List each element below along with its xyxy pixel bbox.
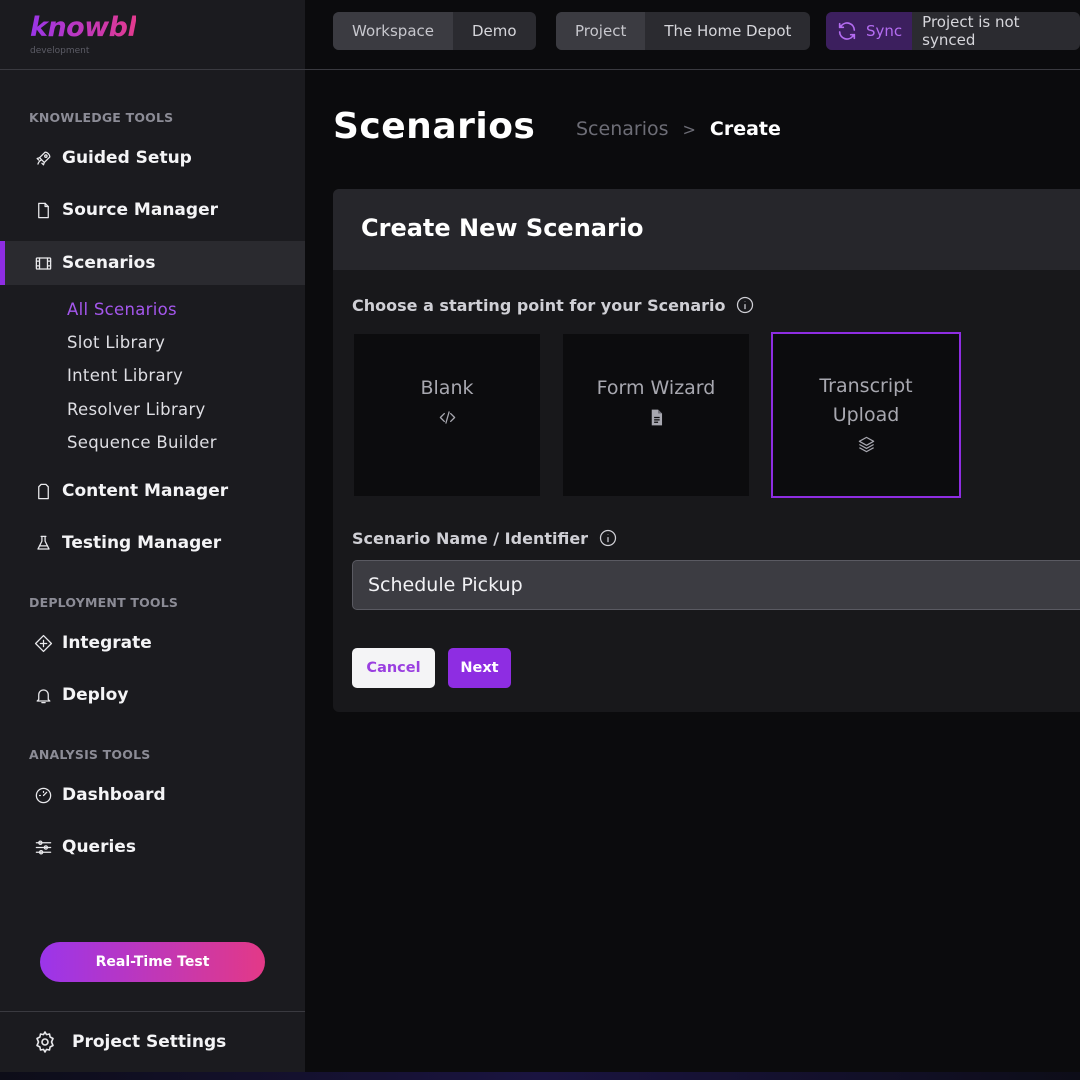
refresh-icon	[838, 22, 856, 40]
sidebar-item-dashboard[interactable]: Dashboard	[0, 773, 305, 817]
sync-status: Project is not synced	[922, 13, 1020, 49]
sidebar-item-testing-manager[interactable]: Testing Manager	[0, 521, 305, 565]
sidebar-item-project-settings[interactable]: Project Settings	[0, 1011, 305, 1072]
card-header: Create New Scenario	[333, 189, 1080, 270]
sidebar-item-label: Scenarios	[62, 253, 156, 273]
tile-form-wizard[interactable]: Form Wizard	[563, 334, 749, 496]
bottom-edge	[0, 1072, 1080, 1080]
scenario-name-text: Scenario Name / Identifier	[352, 528, 589, 548]
gauge-icon	[33, 785, 53, 805]
project-selector[interactable]: Project The Home Depot	[556, 12, 811, 50]
topbar-divider	[305, 69, 1080, 70]
card-title: Create New Scenario	[361, 214, 644, 242]
sidebar-item-label: Dashboard	[62, 785, 166, 805]
sidebar-subitem-intent-library[interactable]: Intent Library	[67, 366, 183, 385]
sliders-icon	[33, 837, 53, 857]
workspace-value[interactable]: Demo	[453, 12, 536, 50]
tile-label-line2: Upload	[832, 404, 900, 426]
file-icon	[33, 200, 53, 220]
breadcrumb: Scenarios > Create	[576, 118, 781, 140]
layers-icon	[856, 434, 876, 454]
tile-label: Blank	[420, 377, 474, 399]
knowledge-tools-heading: KNOWLEDGE TOOLS	[29, 110, 174, 125]
sidebar: knowbl development KNOWLEDGE TOOLS Guide…	[0, 0, 305, 1072]
starting-point-text: Choose a starting point for your Scenari…	[352, 295, 726, 315]
analysis-tools-heading: ANALYSIS TOOLS	[29, 747, 151, 762]
sync-button[interactable]: Sync	[826, 12, 913, 50]
sidebar-subitem-sequence-builder[interactable]: Sequence Builder	[67, 433, 217, 452]
sidebar-item-label: Source Manager	[62, 200, 218, 220]
sidebar-item-label: Deploy	[62, 685, 129, 705]
sidebar-subitem-resolver-library[interactable]: Resolver Library	[67, 400, 206, 419]
document-icon	[646, 407, 666, 427]
deployment-tools-heading: DEPLOYMENT TOOLS	[29, 595, 179, 610]
real-time-test-button[interactable]: Real-Time Test	[40, 942, 265, 982]
knowbl-logo[interactable]: knowbl	[30, 12, 137, 43]
sidebar-item-label: Content Manager	[62, 481, 229, 501]
next-button[interactable]: Next	[448, 648, 511, 688]
film-icon	[33, 253, 53, 273]
bell-icon	[33, 685, 53, 705]
sync-control: Sync Project is not synced	[826, 12, 1080, 50]
flask-icon	[33, 533, 53, 553]
info-icon[interactable]	[598, 528, 618, 548]
page-title: Scenarios	[333, 106, 536, 147]
project-value[interactable]: The Home Depot	[645, 12, 810, 50]
scenario-name-label: Scenario Name / Identifier	[352, 528, 618, 548]
breadcrumb-current: Create	[709, 118, 781, 140]
breadcrumb-scenarios[interactable]: Scenarios	[576, 118, 669, 140]
sidebar-item-label: Testing Manager	[62, 533, 222, 553]
chevron-right-icon: >	[682, 119, 696, 139]
sidebar-item-scenarios[interactable]: Scenarios	[0, 241, 305, 285]
sidebar-item-content-manager[interactable]: Content Manager	[0, 469, 305, 513]
sidebar-item-integrate[interactable]: Integrate	[0, 621, 305, 665]
sidebar-subitem-all-scenarios[interactable]: All Scenarios	[67, 300, 177, 319]
environment-label: development	[30, 46, 90, 56]
sidebar-item-label: Integrate	[62, 633, 152, 653]
scenario-name-input[interactable]	[352, 560, 1080, 610]
sidebar-item-label: Guided Setup	[62, 148, 192, 168]
gear-icon	[33, 1030, 57, 1054]
sidebar-item-label: Queries	[62, 837, 136, 857]
sidebar-item-source-manager[interactable]: Source Manager	[0, 188, 305, 232]
integrate-icon	[33, 633, 53, 653]
sidebar-subitem-slot-library[interactable]: Slot Library	[67, 333, 165, 352]
tile-blank[interactable]: Blank	[354, 334, 540, 496]
sidebar-item-label: Project Settings	[72, 1032, 227, 1052]
sync-label: Sync	[866, 22, 903, 40]
sidebar-item-queries[interactable]: Queries	[0, 825, 305, 869]
code-icon	[437, 407, 457, 427]
clipboard-icon	[33, 481, 53, 501]
sidebar-item-guided-setup[interactable]: Guided Setup	[0, 136, 305, 180]
brand-area: knowbl development	[0, 0, 305, 70]
tile-transcript-upload[interactable]: Transcript Upload	[771, 332, 961, 498]
cancel-button[interactable]: Cancel	[352, 648, 435, 688]
rocket-icon	[33, 148, 53, 168]
project-key: Project	[556, 12, 646, 50]
workspace-key: Workspace	[333, 12, 453, 50]
starting-point-label: Choose a starting point for your Scenari…	[352, 295, 755, 315]
tile-label-line1: Transcript	[819, 375, 913, 397]
info-icon[interactable]	[735, 295, 755, 315]
tile-label: Form Wizard	[596, 377, 716, 399]
workspace-selector[interactable]: Workspace Demo	[333, 12, 536, 50]
create-scenario-card: Create New Scenario Choose a starting po…	[333, 189, 1080, 712]
sidebar-item-deploy[interactable]: Deploy	[0, 673, 305, 717]
